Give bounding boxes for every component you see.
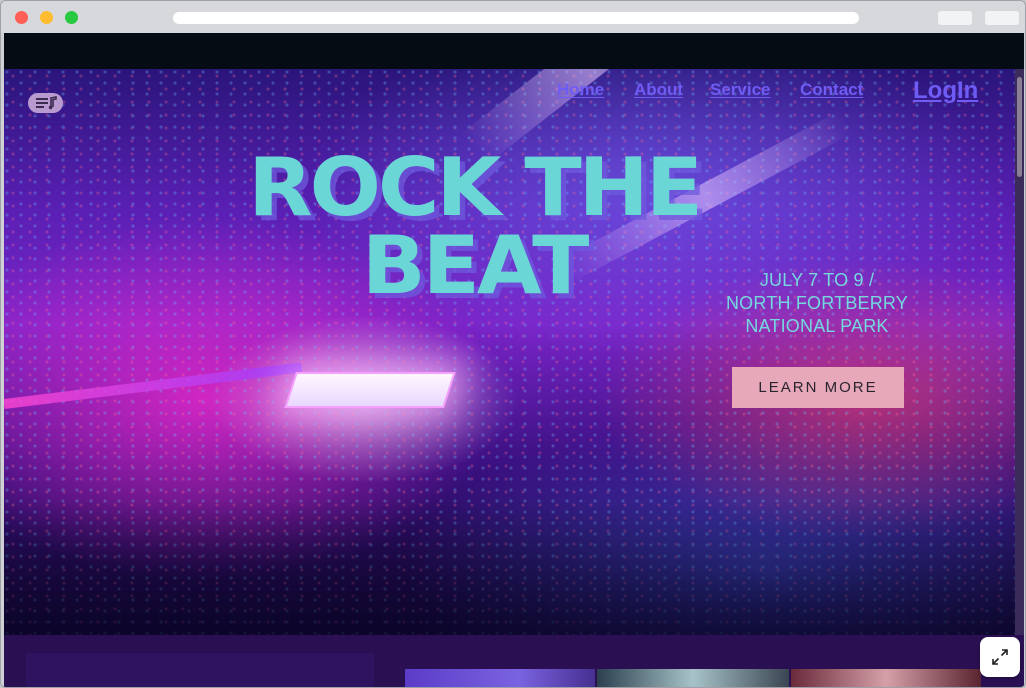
event-venue-line-2: NATIONAL PARK <box>745 316 889 336</box>
browser-window: Home About Service Contact LogIn ROCK TH… <box>0 0 1026 688</box>
page-viewport: Home About Service Contact LogIn ROCK TH… <box>4 33 1024 687</box>
nav-link-service[interactable]: Service <box>710 80 771 100</box>
hero-section: Home About Service Contact LogIn ROCK TH… <box>4 69 1015 635</box>
artist-photo <box>791 669 981 687</box>
learn-more-button[interactable]: LEARN MORE <box>732 367 904 408</box>
toolbar-button[interactable] <box>985 11 1019 25</box>
nav-link-home[interactable]: Home <box>557 80 604 100</box>
close-window-button[interactable] <box>15 11 28 24</box>
page-scrollbar[interactable] <box>1015 69 1024 635</box>
lower-section <box>4 635 1024 687</box>
stage <box>284 372 456 408</box>
music-menu-icon[interactable] <box>28 93 63 113</box>
artist-photo <box>405 669 595 687</box>
lower-panel <box>26 653 374 687</box>
nav-link-contact[interactable]: Contact <box>800 80 863 100</box>
event-venue-line-1: NORTH FORTBERRY <box>725 293 909 313</box>
event-details: JULY 7 TO 9 / NORTH FORTBERRY NATIONAL P… <box>712 269 922 338</box>
floor-shadow <box>4 499 1015 635</box>
headline-line-1: ROCK THE <box>248 141 703 234</box>
top-strip <box>4 33 1024 69</box>
maximize-window-button[interactable] <box>65 11 78 24</box>
hero-headline: ROCK THE BEAT <box>194 148 754 306</box>
address-bar[interactable] <box>173 12 859 24</box>
scrollbar-thumb[interactable] <box>1017 77 1022 177</box>
expand-icon[interactable] <box>980 637 1020 677</box>
nav-link-about[interactable]: About <box>634 80 683 100</box>
artist-photo <box>597 669 789 687</box>
event-dates: JULY 7 TO 9 / <box>759 270 875 290</box>
title-bar <box>1 1 1025 33</box>
minimize-window-button[interactable] <box>40 11 53 24</box>
login-link[interactable]: LogIn <box>913 77 978 105</box>
headline-line-2: BEAT <box>361 219 590 312</box>
toolbar-button[interactable] <box>938 11 972 25</box>
